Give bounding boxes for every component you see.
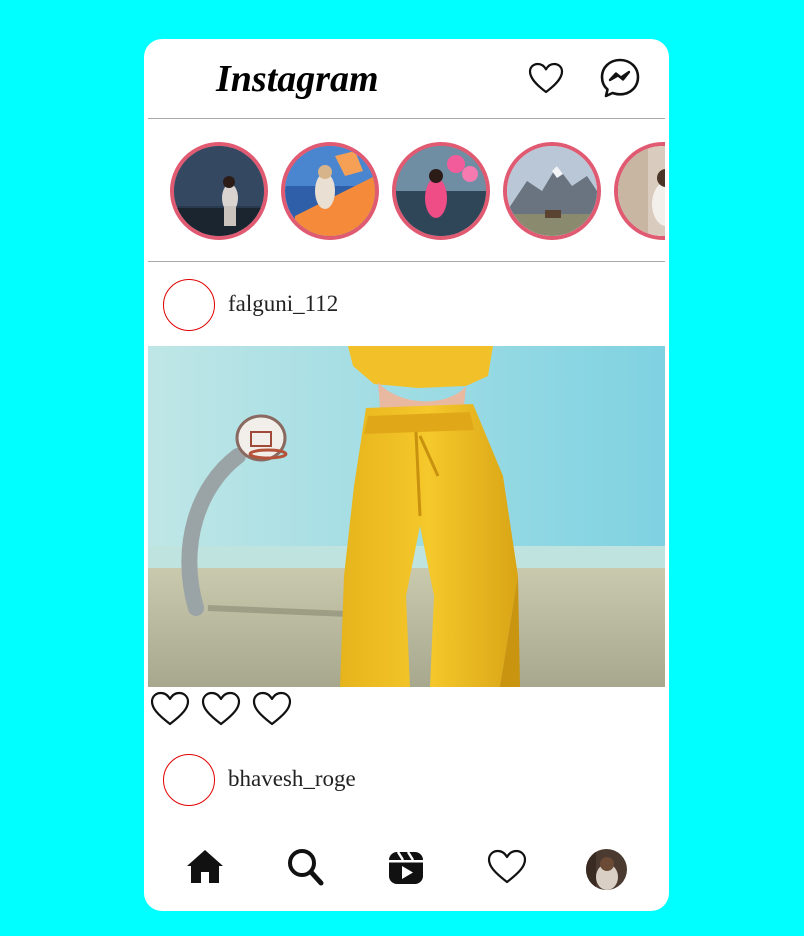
post-header: bhavesh_roge xyxy=(144,754,669,808)
avatar[interactable] xyxy=(163,754,215,806)
post-username[interactable]: bhavesh_roge xyxy=(228,766,356,792)
activity-heart-icon[interactable] xyxy=(487,847,527,887)
post-actions xyxy=(150,691,310,729)
share-heart-icon[interactable] xyxy=(252,691,292,727)
post-username[interactable]: falguni_112 xyxy=(228,291,338,317)
stories-divider xyxy=(148,261,665,262)
app-title[interactable]: Instagram xyxy=(216,57,379,101)
bottom-nav xyxy=(144,847,669,891)
post-header: falguni_112 xyxy=(144,279,669,333)
comment-heart-icon[interactable] xyxy=(201,691,241,727)
notifications-heart-icon[interactable] xyxy=(528,62,564,94)
phone-frame: Instagram falguni_112 bhavesh_roge xyxy=(144,39,669,911)
messenger-icon[interactable] xyxy=(600,58,640,98)
header-divider xyxy=(148,118,665,119)
profile-avatar[interactable] xyxy=(586,849,627,890)
story-3[interactable] xyxy=(392,142,490,240)
home-icon[interactable] xyxy=(185,847,225,887)
reels-icon[interactable] xyxy=(386,847,426,887)
like-heart-icon[interactable] xyxy=(150,691,190,727)
app-header: Instagram xyxy=(144,39,669,118)
story-2[interactable] xyxy=(281,142,379,240)
avatar[interactable] xyxy=(163,279,215,331)
post-image[interactable] xyxy=(148,346,665,687)
story-1[interactable] xyxy=(170,142,268,240)
story-4[interactable] xyxy=(503,142,601,240)
search-icon[interactable] xyxy=(285,847,325,887)
stories-row xyxy=(144,139,665,243)
story-5[interactable] xyxy=(614,142,665,240)
